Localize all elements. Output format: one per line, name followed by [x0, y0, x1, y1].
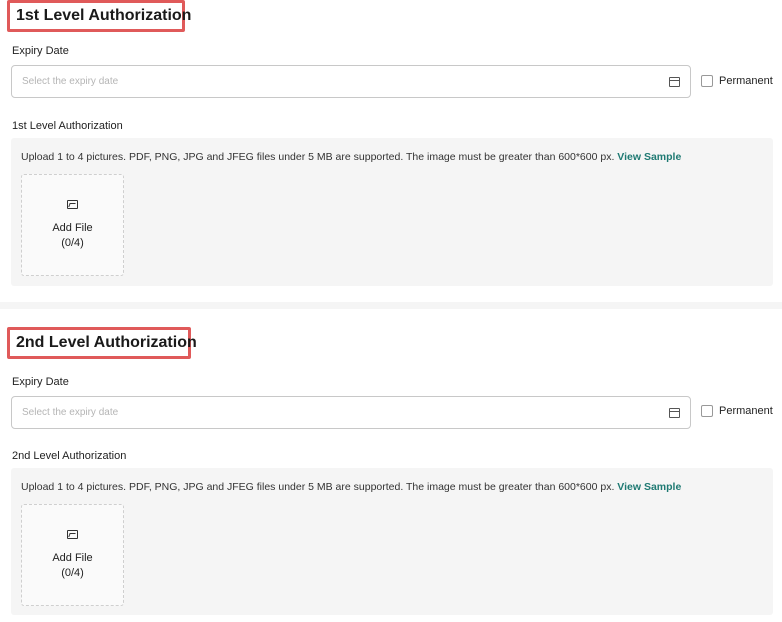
calendar-icon[interactable]: [669, 76, 680, 87]
authorization-section-2: 2nd Level Authorization Expiry Date Perm…: [0, 309, 782, 622]
permanent-label[interactable]: Permanent: [719, 405, 773, 417]
authorization-section-1: 1st Level Authorization Expiry Date Perm…: [0, 0, 782, 302]
expiry-date-input[interactable]: [22, 76, 663, 87]
image-icon: [67, 529, 78, 539]
section-title: 2nd Level Authorization: [16, 334, 197, 351]
upload-label: 1st Level Authorization: [12, 120, 123, 132]
add-file-count: (0/4): [61, 236, 84, 249]
image-icon: [67, 199, 78, 209]
permanent-label[interactable]: Permanent: [719, 75, 773, 87]
upload-panel: Upload 1 to 4 pictures. PDF, PNG, JPG an…: [11, 138, 773, 286]
upload-panel: Upload 1 to 4 pictures. PDF, PNG, JPG an…: [11, 468, 773, 615]
upload-instructions: Upload 1 to 4 pictures. PDF, PNG, JPG an…: [21, 151, 615, 163]
section-title-highlight: 2nd Level Authorization: [7, 327, 197, 359]
upload-info: Upload 1 to 4 pictures. PDF, PNG, JPG an…: [21, 481, 681, 493]
add-file-button[interactable]: Add File (0/4): [21, 174, 124, 276]
permanent-checkbox[interactable]: [701, 75, 713, 87]
expiry-date-input[interactable]: [22, 407, 663, 418]
add-file-label: Add File: [52, 221, 93, 234]
add-file-count: (0/4): [61, 566, 84, 579]
view-sample-link[interactable]: View Sample: [617, 151, 681, 163]
permanent-option[interactable]: Permanent: [701, 75, 773, 87]
expiry-date-label: Expiry Date: [12, 45, 69, 57]
upload-instructions: Upload 1 to 4 pictures. PDF, PNG, JPG an…: [21, 481, 615, 493]
expiry-date-field[interactable]: [11, 396, 691, 429]
add-file-button[interactable]: Add File (0/4): [21, 504, 124, 606]
upload-label: 2nd Level Authorization: [12, 450, 127, 462]
expiry-date-field[interactable]: [11, 65, 691, 98]
permanent-option[interactable]: Permanent: [701, 405, 773, 417]
add-file-label: Add File: [52, 551, 93, 564]
permanent-checkbox[interactable]: [701, 405, 713, 417]
calendar-icon[interactable]: [669, 407, 680, 418]
section-title-highlight: 1st Level Authorization: [7, 0, 191, 32]
upload-info: Upload 1 to 4 pictures. PDF, PNG, JPG an…: [21, 151, 681, 163]
section-divider: [0, 302, 782, 309]
section-title: 1st Level Authorization: [16, 7, 192, 24]
expiry-date-label: Expiry Date: [12, 376, 69, 388]
view-sample-link[interactable]: View Sample: [617, 481, 681, 493]
